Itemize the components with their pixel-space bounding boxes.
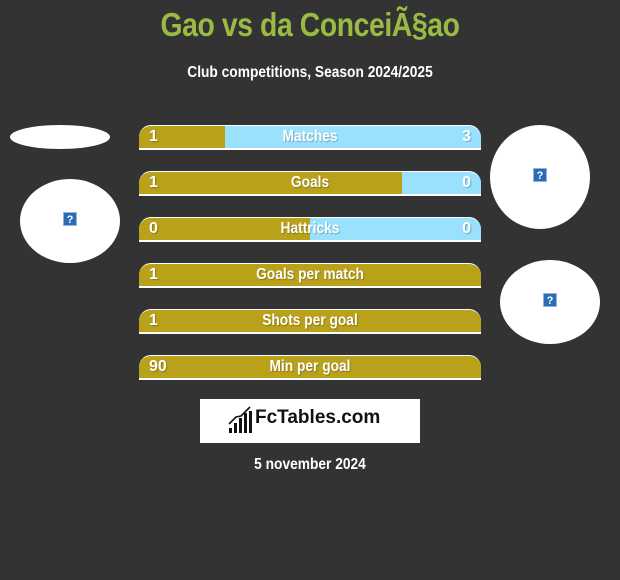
stat-label: Hattricks	[280, 220, 340, 237]
left-value: 90	[149, 358, 167, 375]
stat-row-shots-per-goal: Shots per goal 1	[139, 309, 481, 334]
left-value: 0	[149, 220, 158, 237]
fctables-logo[interactable]: FcTables.com	[200, 399, 420, 443]
right-value: 3	[462, 128, 471, 145]
left-player-placeholder-oval	[10, 125, 110, 149]
right-value: 0	[462, 220, 471, 237]
stat-label: Matches	[282, 128, 338, 145]
stat-row-matches: Matches 1 3	[139, 125, 481, 150]
stat-row-hattricks: Hattricks 0 0	[139, 217, 481, 242]
stat-row-goals: Goals 1 0	[139, 171, 481, 196]
broken-image-icon: ?	[543, 293, 557, 307]
left-value: 1	[149, 312, 158, 329]
left-value: 1	[149, 266, 158, 283]
broken-image-icon: ?	[63, 212, 77, 226]
left-value: 1	[149, 128, 158, 145]
report-date: 5 november 2024	[254, 456, 366, 473]
stat-label: Goals per match	[256, 266, 364, 283]
left-value: 1	[149, 174, 158, 191]
right-team-logo: ?	[500, 260, 600, 344]
stat-row-goals-per-match: Goals per match 1	[139, 263, 481, 288]
logo-text: FcTables.com	[255, 407, 381, 428]
page-title: Gao vs da ConceiÃ§ao	[160, 6, 460, 43]
bar-chart-icon	[228, 406, 252, 433]
right-player-photo: ?	[490, 125, 590, 229]
broken-image-icon: ?	[533, 168, 547, 182]
stat-label: Min per goal	[269, 358, 351, 375]
left-team-logo: ?	[20, 179, 120, 263]
page-subtitle: Club competitions, Season 2024/2025	[187, 64, 433, 81]
right-value: 0	[462, 174, 471, 191]
stat-row-min-per-goal: Min per goal 90	[139, 355, 481, 380]
stat-label: Shots per goal	[262, 312, 358, 329]
stat-label: Goals	[290, 174, 330, 191]
